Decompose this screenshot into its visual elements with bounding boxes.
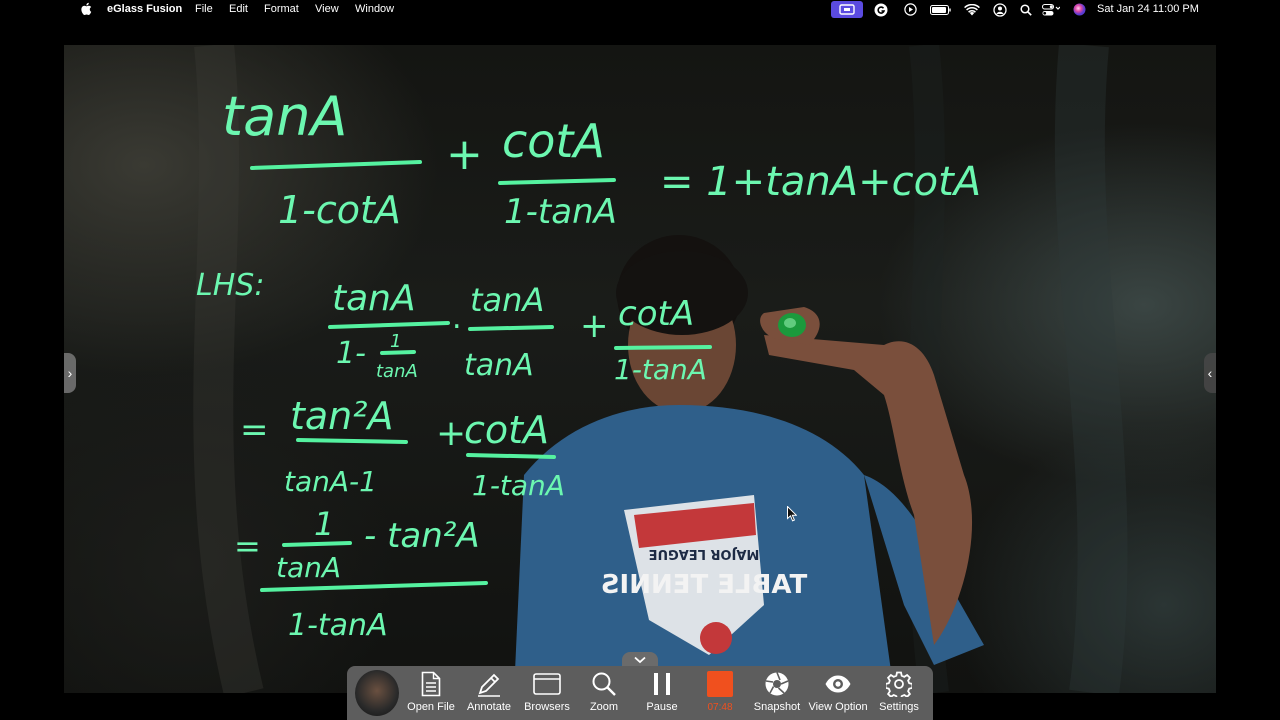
snapshot-label: Snapshot <box>753 701 801 713</box>
ink-l3-num2: cotA <box>464 408 549 452</box>
ink-l2-den1-fden: tanA <box>376 361 418 382</box>
ink-l4-fnum: 1 <box>314 505 334 543</box>
mouse-cursor-icon <box>787 506 797 522</box>
ink-l3-den1: tanA-1 <box>284 465 377 498</box>
ink-l4-rest: - tan²A <box>364 516 480 556</box>
pause-label: Pause <box>646 701 678 713</box>
view-option-label: View Option <box>808 701 868 713</box>
ink-l4-den: 1-tanA <box>288 608 388 643</box>
zoom-button[interactable]: Zoom <box>576 670 632 718</box>
search-icon[interactable] <box>1018 1 1034 18</box>
ink-l2-dot: . <box>452 301 462 336</box>
snapshot-button[interactable]: Snapshot <box>749 670 805 718</box>
menu-view[interactable]: View <box>315 3 339 15</box>
ink-l2-bar2 <box>468 325 554 331</box>
magnifier-icon <box>590 670 618 698</box>
grammarly-icon[interactable] <box>873 1 889 18</box>
ink-l3-den2: 1-tanA <box>472 469 565 502</box>
ink-l2-den1a: 1- <box>336 336 366 371</box>
ink-l2-den1-fbar <box>380 350 416 355</box>
screen: eGlass Fusion File Edit Format View Wind… <box>0 0 1280 720</box>
ink-l4-eq: = <box>234 527 261 565</box>
record-stop-icon <box>706 670 734 698</box>
browsers-label: Browsers <box>524 701 570 713</box>
siri-icon[interactable] <box>1071 1 1087 18</box>
ink-l2-den2: 1-tanA <box>614 353 707 386</box>
menu-file[interactable]: File <box>195 3 213 15</box>
stop-record-button[interactable]: 07:48 <box>692 670 748 718</box>
user-icon[interactable] <box>992 1 1008 18</box>
ink-l2-den1-fnum: 1 <box>390 331 401 352</box>
ink-l1-bar1 <box>250 160 422 170</box>
menu-clock[interactable]: Sat Jan 24 11:00 PM <box>1097 3 1199 15</box>
aperture-icon <box>763 670 791 698</box>
menu-window[interactable]: Window <box>355 3 394 15</box>
pause-icon <box>648 670 676 698</box>
ink-l4-fden: tanA <box>276 551 341 584</box>
ink-l1-rhs: = 1+tanA+cotA <box>660 159 981 205</box>
ink-l4-fbar <box>282 541 352 547</box>
ink-l1-bar2 <box>498 178 616 185</box>
app-name[interactable]: eGlass Fusion <box>107 3 182 15</box>
ink-l4-bar <box>260 581 488 592</box>
ink-l1-num1: tanA <box>222 85 347 148</box>
ink-l1-plus: + <box>446 129 483 180</box>
ink-l2-bar3 <box>614 345 712 350</box>
shirt-text-league: MAJOR LEAGUE <box>649 546 760 561</box>
shirt-text-tennis: TABLE TENNIS <box>601 570 807 600</box>
open-file-button[interactable]: Open File <box>403 670 459 718</box>
camera-preview-thumbnail[interactable] <box>355 670 399 716</box>
lightboard-scene: MAJOR LEAGUE TABLE TENNIS tanA 1-cotA + … <box>193 45 1128 693</box>
open-file-label: Open File <box>407 701 455 713</box>
ink-l2-mult-den: tanA <box>464 348 534 383</box>
eye-icon <box>824 670 852 698</box>
ink-l2-num1: tanA <box>332 278 416 319</box>
screen-record-icon[interactable] <box>831 1 863 18</box>
ink-l1-den2: 1-tanA <box>504 192 617 232</box>
ink-l2-mult-num: tanA <box>470 281 544 319</box>
ink-lhs-label: LHS: <box>196 268 264 303</box>
previous-panel-arrow[interactable]: › <box>64 353 76 393</box>
record-timer: 07:48 <box>707 702 733 713</box>
control-center-icon[interactable] <box>1041 1 1061 18</box>
gear-icon <box>885 670 913 698</box>
ink-l3-bar1 <box>296 438 408 444</box>
apple-icon[interactable] <box>80 2 92 16</box>
bottom-toolbar: Open File Annotate Browsers Zoom Pause 0… <box>347 666 933 720</box>
ink-l3-plus: + <box>436 413 466 454</box>
ink-l1-num2: cotA <box>502 114 605 168</box>
menu-format[interactable]: Format <box>264 3 299 15</box>
view-option-button[interactable]: View Option <box>808 670 868 718</box>
wifi-icon[interactable] <box>963 1 981 18</box>
play-icon[interactable] <box>902 1 918 18</box>
ink-l1-den1: 1-cotA <box>278 188 401 232</box>
document-icon <box>417 670 445 698</box>
ink-l2-bar1 <box>328 321 450 329</box>
browser-window-icon <box>533 670 561 698</box>
ink-l3-bar2 <box>466 453 556 459</box>
zoom-label: Zoom <box>589 701 619 713</box>
ink-l2-plus: + <box>580 306 609 346</box>
video-canvas[interactable]: MAJOR LEAGUE TABLE TENNIS tanA 1-cotA + … <box>64 45 1216 693</box>
next-panel-arrow[interactable]: ‹ <box>1204 353 1216 393</box>
annotate-label: Annotate <box>466 701 512 713</box>
pen-icon <box>475 670 503 698</box>
battery-icon[interactable] <box>929 1 951 18</box>
pause-button[interactable]: Pause <box>634 670 690 718</box>
ink-l2-num2: cotA <box>618 294 694 334</box>
settings-button[interactable]: Settings <box>871 670 927 718</box>
annotate-button[interactable]: Annotate <box>461 670 517 718</box>
menu-edit[interactable]: Edit <box>229 3 248 15</box>
ink-l3-eq: = <box>240 410 269 450</box>
ink-l3-num1: tan²A <box>290 394 394 438</box>
menu-bar: eGlass Fusion File Edit Format View Wind… <box>0 0 1280 19</box>
settings-label: Settings <box>879 701 919 713</box>
browsers-button[interactable]: Browsers <box>519 670 575 718</box>
